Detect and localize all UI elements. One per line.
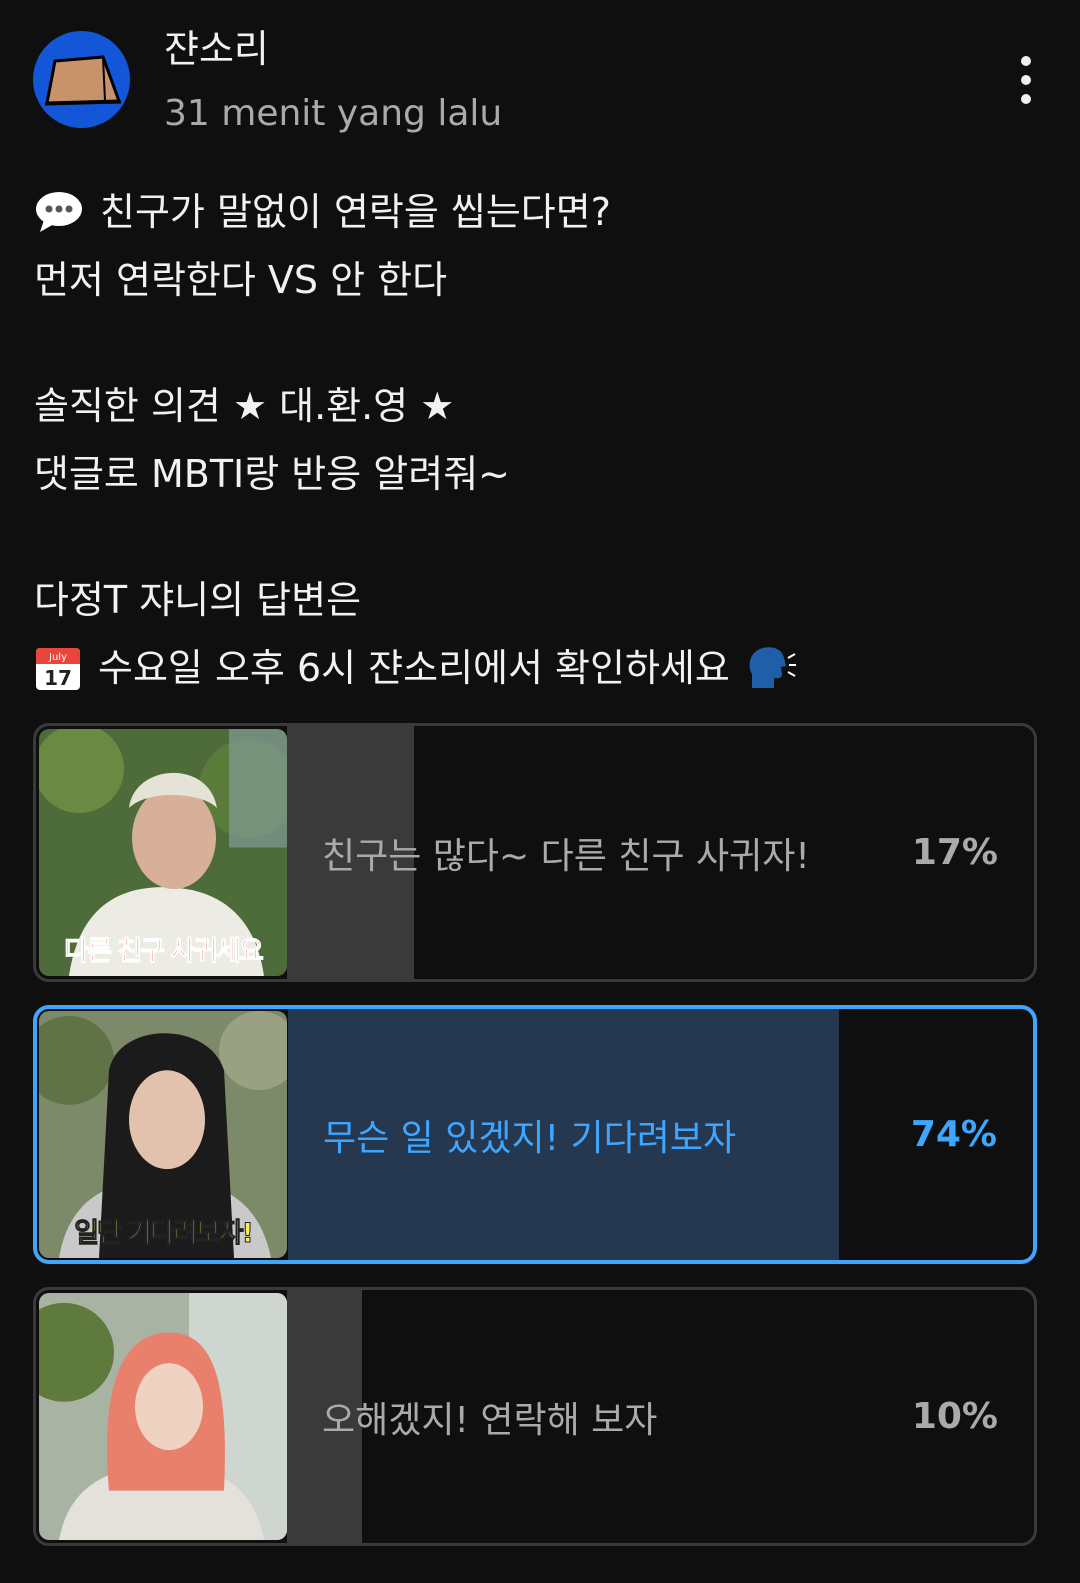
folded-card-icon [44, 55, 122, 106]
poll-option-label: 오해겠지! 연락해 보자 [322, 1399, 658, 1441]
poll-thumbnail-caption: 일단 기다려보자! [74, 1218, 255, 1250]
poll-thumbnail-caption: 다른 친구 사귀세요 [64, 936, 265, 968]
post-text-line: 솔직한 의견 ★ 대.환.영 ★ [34, 384, 455, 428]
post-line: 댓글로 MBTI랑 반응 알려줘~ [34, 440, 1044, 508]
calendar-day: 17 [44, 666, 72, 690]
post-text-line: 댓글로 MBTI랑 반응 알려줘~ [34, 452, 510, 496]
poll-option-selected[interactable]: 일단 기다려보자! 무슨 일 있겠지! 기다려보자 74% [33, 1005, 1037, 1264]
post-text-line: 먼저 연락한다 VS 안 한다 [34, 258, 448, 302]
post-line: July 17 수요일 오후 6시 쟌소리에서 확인하세요 [34, 634, 1044, 702]
poll-option-thumbnail: 다른 친구 사귀세요 [39, 729, 287, 976]
poll-option[interactable]: 다른 친구 사귀세요 친구는 많다~ 다른 친구 사귀자! 17% [33, 723, 1037, 982]
poll-option[interactable]: 오해겠지! 연락해 보자 10% [33, 1287, 1037, 1546]
poll-option-percent: 17% [911, 832, 998, 873]
speech-balloon-icon [34, 190, 84, 234]
more-vertical-icon-dot [1021, 75, 1031, 85]
post-line: 친구가 말없이 연락을 씹는다면? [34, 178, 1044, 246]
post-timestamp: 31 menit yang lalu [164, 93, 503, 134]
poll-option-percent: 74% [910, 1114, 997, 1155]
channel-name[interactable]: 쟌소리 [164, 24, 269, 74]
post-body: 친구가 말없이 연락을 씹는다면? 먼저 연락한다 VS 안 한다 솔직한 의견… [34, 178, 1044, 702]
post-text-line: 친구가 말없이 연락을 씹는다면? [100, 190, 611, 234]
poll-option-percent: 10% [911, 1396, 998, 1437]
calendar-month: July [48, 652, 67, 663]
poll-option-thumbnail: 일단 기다려보자! [39, 1011, 287, 1258]
speaking-head-icon [746, 644, 798, 692]
community-post: 쟌소리 31 menit yang lalu 친구가 말없이 연락을 씹는다면?… [0, 0, 1080, 1583]
post-text-line: 다정T 쟈니의 답변은 [34, 578, 362, 622]
more-options-button[interactable] [1003, 50, 1049, 110]
calendar-icon: July 17 [34, 644, 82, 692]
poll-option-label: 친구는 많다~ 다른 친구 사귀자! [322, 835, 810, 877]
post-text-line: 수요일 오후 6시 쟌소리에서 확인하세요 [98, 646, 730, 690]
more-vertical-icon [1021, 56, 1031, 66]
poll-option-thumbnail [39, 1293, 287, 1540]
poll-option-label: 무슨 일 있겠지! 기다려보자 [323, 1117, 737, 1159]
channel-avatar[interactable] [33, 31, 130, 128]
post-line: 다정T 쟈니의 답변은 [34, 566, 1044, 634]
post-line: 먼저 연락한다 VS 안 한다 [34, 246, 1044, 314]
post-line: 솔직한 의견 ★ 대.환.영 ★ [34, 372, 1044, 440]
more-vertical-icon-dot [1021, 94, 1031, 104]
